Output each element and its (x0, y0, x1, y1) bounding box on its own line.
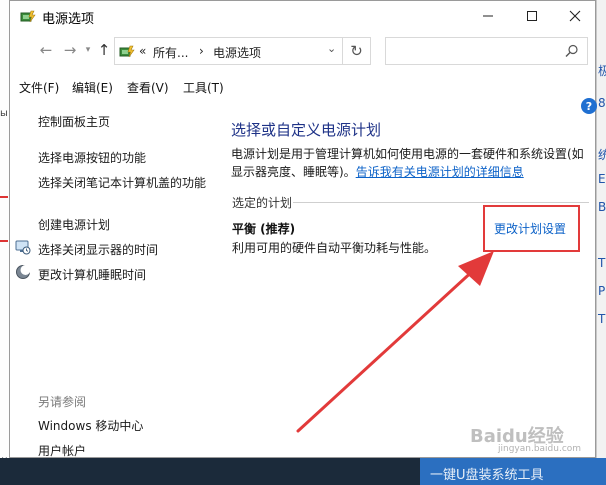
sleep-time-link[interactable]: 更改计算机睡眠时间 (38, 266, 146, 283)
selected-plan-label: 选定的计划 (232, 196, 293, 210)
monitor-clock-icon (15, 240, 31, 255)
menu-tools[interactable]: 工具(T) (183, 79, 224, 96)
recent-locations-button[interactable]: ▾ (82, 39, 94, 61)
breadcrumb-all-items[interactable]: 所有... (153, 44, 188, 61)
page-description: 电源计划是用于管理计算机如何使用电源的一套硬件和系统设置(如显示器亮度、睡眠等)… (231, 145, 589, 181)
plan-description: 利用可用的硬件自动平衡功耗与性能。 (232, 241, 437, 255)
arrow-up-icon: ↑ (97, 41, 111, 59)
windows-mobility-center-link[interactable]: Windows 移动中心 (38, 417, 143, 434)
breadcrumb-power-options[interactable]: 电源选项 (213, 44, 261, 61)
background-window-right-edge: 极 8 统 E B T P T (596, 0, 606, 485)
background-glyph: 统 (598, 148, 606, 162)
forward-button[interactable]: → (60, 39, 80, 61)
watermark: Baidu经验 jingyan.baidu.com (468, 418, 598, 458)
refresh-icon: ↻ (350, 42, 363, 60)
menu-edit[interactable]: 编辑(E) (72, 79, 113, 96)
back-button[interactable]: ← (36, 39, 56, 61)
plan-name: 平衡 (推荐) (232, 222, 296, 236)
breadcrumb-overflow[interactable]: « (139, 44, 146, 58)
annotation-highlight-box (483, 205, 580, 252)
menu-view[interactable]: 查看(V) (127, 79, 169, 96)
menu-file[interactable]: 文件(F) (19, 79, 59, 96)
maximize-button[interactable] (510, 1, 554, 31)
minimize-button[interactable] (466, 1, 510, 31)
refresh-button[interactable]: ↻ (343, 37, 371, 65)
moon-icon (16, 265, 31, 279)
red-mark (0, 196, 8, 198)
search-input[interactable] (385, 37, 588, 65)
address-dropdown-icon[interactable]: ⌄ (327, 42, 336, 55)
display-off-time-link[interactable]: 选择关闭显示器的时间 (38, 241, 158, 258)
breadcrumb-separator[interactable]: › (199, 44, 204, 58)
background-banner-text: 一键U盘装系统工具 (430, 468, 544, 483)
background-taskbar: 一键U盘装系统工具 (0, 458, 606, 485)
red-mark (0, 240, 8, 242)
help-button[interactable]: ? (581, 98, 597, 114)
see-also-label: 另请参阅 (38, 395, 87, 409)
user-accounts-link[interactable]: 用户帐户 (38, 442, 86, 459)
power-plan-info-link[interactable]: 告诉我有关电源计划的详细信息 (356, 165, 524, 179)
search-icon (565, 44, 578, 57)
control-panel-home-link[interactable]: 控制面板主页 (38, 113, 110, 130)
background-glyph: 8 (598, 96, 606, 110)
power-options-window: 电源选项 ← → ▾ ↑ « 所有... › 电源选项 ⌄ ↻ 文件(F) 编辑… (9, 0, 597, 459)
close-icon (569, 10, 581, 22)
window-title: 电源选项 (42, 12, 95, 27)
chevron-down-icon: ▾ (85, 45, 91, 55)
power-button-function-link[interactable]: 选择电源按钮的功能 (38, 149, 146, 166)
address-bar[interactable]: « 所有... › 电源选项 ⌄ (114, 37, 343, 65)
navigation-bar: ← → ▾ ↑ « 所有... › 电源选项 ⌄ ↻ (10, 35, 595, 67)
maximize-icon (527, 11, 537, 21)
background-glyph: 极 (598, 64, 606, 78)
create-power-plan-link[interactable]: 创建电源计划 (38, 216, 110, 233)
power-options-icon (119, 45, 135, 58)
background-glyph: E (598, 172, 606, 186)
help-icon: ? (585, 99, 593, 113)
lid-close-function-link[interactable]: 选择关闭笔记本计算机盖的功能 (38, 174, 206, 191)
up-button[interactable]: ↑ (94, 39, 114, 61)
power-options-icon (20, 10, 36, 23)
arrow-right-icon: → (63, 41, 77, 59)
minimize-icon (483, 15, 493, 17)
title-bar[interactable]: 电源选项 (10, 1, 595, 31)
background-glyph: T (598, 256, 606, 270)
background-glyph: T (598, 312, 606, 326)
menu-bar: 文件(F) 编辑(E) 查看(V) 工具(T) (10, 75, 595, 97)
watermark-url: jingyan.baidu.com (498, 444, 582, 454)
background-glyph: ы (0, 108, 8, 119)
background-window-left-edge: ы 的 (0, 0, 10, 485)
background-glyph: P (598, 284, 606, 298)
close-button[interactable] (553, 1, 597, 31)
page-title: 选择或自定义电源计划 (231, 121, 382, 139)
arrow-left-icon: ← (39, 41, 53, 59)
background-glyph: B (598, 200, 606, 214)
section-divider (293, 202, 589, 203)
